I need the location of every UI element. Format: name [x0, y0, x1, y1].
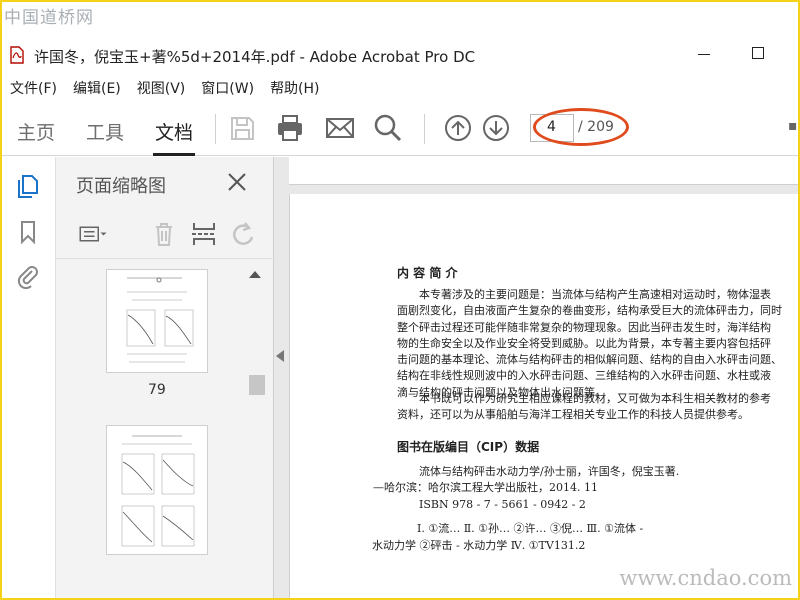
maximize-button[interactable]: [752, 47, 764, 59]
tab-document[interactable]: 文档: [155, 118, 193, 145]
window-title: 许国冬，倪宝玉+著%5d+2014年.pdf - Adobe Acrobat P…: [34, 48, 476, 66]
cip-block: 流体与结构砰击水动力学/孙士丽，许国冬，倪宝玉著. —哈尔滨：哈尔滨工程大学出版…: [373, 464, 680, 513]
search-icon[interactable]: [372, 112, 404, 144]
page-thumbnail[interactable]: [106, 425, 208, 555]
highlight-ellipse: [533, 108, 629, 146]
doc-line: 整个砰击过程还可能伴随非常复杂的物理现象。因此当砰击发生时，海洋结构: [397, 320, 771, 334]
doc-line: 面剧烈变化，自由液面产生复杂的卷曲变形，结构承受巨大的流体砰击力，同时: [397, 304, 782, 318]
collapse-panel-arrow[interactable]: [276, 350, 284, 362]
cip-heading: 图书在版编目（CIP）数据: [397, 440, 540, 454]
watermark-bottom: www.cndao.com: [619, 566, 792, 590]
doc-line: 物的生命安全以及作业安全将受到威胁。以此为背景，本专著主要内容包括砰: [397, 336, 771, 350]
menu-edit[interactable]: 编辑(E): [65, 72, 129, 100]
doc-paragraph-1: 本专著涉及的主要问题是：当流体与结构产生高速相对运动时，物体湿表 面剧烈变化，自…: [397, 287, 782, 401]
print-icon[interactable]: [274, 112, 306, 144]
toolbar-divider: [215, 114, 216, 144]
email-icon[interactable]: [324, 112, 356, 144]
doc-line: 本书既可以作为研究生相应课程的教材，又可做为本科生相关教材的参考: [419, 392, 771, 405]
close-icon[interactable]: [226, 171, 248, 193]
tab-home[interactable]: 主页: [17, 118, 55, 145]
tab-tools[interactable]: 工具: [86, 118, 124, 145]
doc-line: 击问题的基本理论、流体与结构砰击的相似解问题、结构的自由入水砰击问题、: [397, 353, 782, 367]
current-page: 内 容 简 介 本专著涉及的主要问题是：当流体与结构产生高速相对运动时，物体湿表…: [289, 194, 798, 598]
document-view: 内 容 简 介 本专著涉及的主要问题是：当流体与结构产生高速相对运动时，物体湿表…: [274, 157, 798, 598]
attachment-icon[interactable]: [15, 263, 41, 289]
doc-line: 资料，还可以为从事船舶与海洋工程相关专业工作的科技人员提供参考。: [397, 408, 749, 422]
menu-bar: 文件(F) 编辑(E) 视图(V) 窗口(W) 帮助(H): [2, 72, 328, 100]
page-thumbnail[interactable]: [106, 269, 208, 373]
watermark-top: 中国道桥网: [4, 8, 94, 28]
menu-help[interactable]: 帮助(H): [262, 72, 327, 100]
previous-page-bottom: [289, 157, 798, 185]
rotate-icon[interactable]: [228, 219, 258, 249]
left-rail: [2, 157, 56, 598]
toolbar-overflow-icon[interactable]: ▪: [788, 118, 798, 134]
menu-window[interactable]: 窗口(W): [193, 72, 262, 100]
doc-line: 本专著涉及的主要问题是：当流体与结构产生高速相对运动时，物体湿表: [419, 288, 771, 301]
pdf-file-icon: [10, 46, 24, 64]
scroll-up-arrow[interactable]: [249, 271, 261, 278]
active-tab-indicator: [153, 153, 195, 156]
menu-view[interactable]: 视图(V): [129, 72, 194, 100]
doc-heading: 内 容 简 介: [397, 266, 458, 280]
extract-pages-icon[interactable]: [189, 219, 219, 249]
cip-partial-line: 水动力学 ②砰击 - 水动力学 Ⅳ. ①TV131.2: [372, 539, 586, 552]
delete-icon[interactable]: [149, 219, 179, 249]
cip-line: —哈尔滨：哈尔滨工程大学出版社，2014. 11: [373, 481, 598, 495]
cip-line: ISBN 978 - 7 - 5661 - 0942 - 2: [419, 497, 586, 511]
page-thumbnails-icon[interactable]: [15, 173, 41, 199]
panel-title: 页面缩略图: [76, 176, 166, 197]
scrollbar-thumb[interactable]: [249, 375, 265, 395]
toolbar: 主页 工具 文档 4 / 209 ▪: [2, 100, 798, 156]
title-bar: 许国冬，倪宝玉+著%5d+2014年.pdf - Adobe Acrobat P…: [2, 38, 798, 72]
thumbnail-page-label: 79: [148, 382, 166, 398]
toolbar-divider: [424, 114, 425, 144]
doc-paragraph-2: 本书既可以作为研究生相应课程的教材，又可做为本科生相关教材的参考 资料，还可以为…: [397, 391, 771, 424]
bookmark-icon[interactable]: [15, 219, 41, 245]
app-window: 中国道桥网 许国冬，倪宝玉+著%5d+2014年.pdf - Adobe Acr…: [0, 0, 800, 600]
thumbnail-panel: 页面缩略图 79: [56, 157, 274, 598]
cip-line: 流体与结构砰击水动力学/孙士丽，许国冬，倪宝玉著.: [419, 465, 680, 478]
menu-file[interactable]: 文件(F): [2, 72, 65, 100]
save-icon[interactable]: [226, 112, 258, 144]
cip-class-line: Ⅰ. ①流… Ⅱ. ①孙… ②许… ③倪… Ⅲ. ①流体 -: [417, 522, 644, 535]
thumbnail-options-icon[interactable]: [78, 219, 108, 249]
thumbnail-preview: [126, 277, 194, 363]
minimize-button[interactable]: [698, 54, 710, 55]
panel-toolbar: [56, 209, 274, 259]
thumbnail-scrollbar[interactable]: [247, 269, 265, 551]
page-down-icon[interactable]: [480, 112, 512, 144]
thumbnail-preview: [121, 435, 195, 547]
doc-line: 结构在非线性规则波中的入水砰击问题、三维结构的入水砰击问题、水柱或液: [397, 369, 771, 383]
page-up-icon[interactable]: [442, 112, 474, 144]
